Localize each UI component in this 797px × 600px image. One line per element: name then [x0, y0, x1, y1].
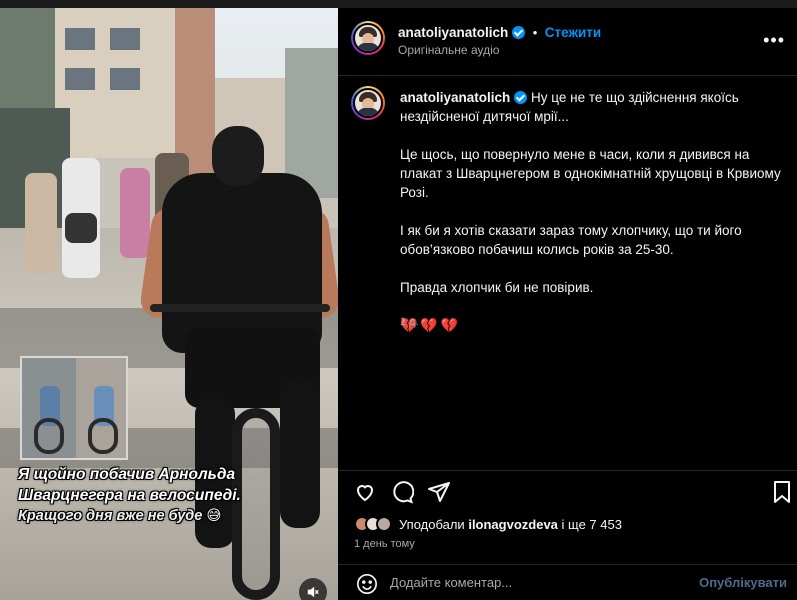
video-caption: Я щойно побачив Арнольда Шварцнегера на …: [18, 464, 318, 527]
comment-input[interactable]: Додайте коментар...: [390, 575, 512, 590]
caption-paragraph: І як би я хотів сказати зараз тому хлопч…: [400, 223, 742, 257]
rider-head: [212, 126, 264, 186]
speaker-muted-icon: [307, 586, 319, 598]
more-horizontal-icon: •••: [763, 30, 785, 50]
audio-label[interactable]: Оригінальне аудіо: [398, 43, 499, 57]
rider-body: [162, 173, 322, 353]
building-window: [110, 28, 140, 50]
pedestrian-shorts: [65, 213, 97, 243]
follow-button[interactable]: Стежити: [545, 25, 601, 40]
author-avatar[interactable]: [351, 21, 385, 55]
comment-button[interactable]: [389, 479, 415, 505]
caption-paragraph: Це щось, що повернуло мене в часи, коли …: [400, 147, 781, 200]
caption-line: Я щойно побачив Арнольда: [18, 466, 236, 483]
avatar-suit: [357, 108, 379, 116]
pedestrian: [120, 168, 150, 258]
liker-username[interactable]: ilonagvozdeva: [468, 517, 558, 532]
broken-hearts-emoji: 💔💔💔: [400, 317, 462, 333]
mute-button[interactable]: [299, 578, 327, 600]
building-window: [110, 68, 140, 90]
header-username[interactable]: anatoliyanatolich: [398, 25, 508, 40]
likes-suffix[interactable]: і ще 7 453: [562, 517, 622, 532]
pedestrian: [25, 173, 57, 273]
liker-avatar: [376, 516, 392, 532]
bookmark-icon: [774, 481, 790, 503]
bike-handlebar: [150, 304, 330, 312]
inset-bike: [88, 418, 118, 454]
post-media[interactable]: Я щойно побачив Арнольда Шварцнегера на …: [0, 8, 338, 600]
action-bar: [338, 470, 797, 506]
likes-prefix: Уподобали: [399, 516, 465, 532]
emoji-icon: [357, 574, 377, 594]
caption-paragraph: Правда хлопчик би не повірив.: [400, 280, 594, 295]
building-window: [65, 28, 95, 50]
post-caption: anatoliyanatolich Ну це не те що здійсне…: [400, 88, 790, 354]
inset-photo: [20, 356, 128, 460]
post-header: anatoliyanatolich • Стежити Оригінальне …: [338, 8, 797, 76]
caption-first-paragraph: anatoliyanatolich Ну це не те що здійсне…: [400, 88, 790, 126]
inset-bike: [34, 418, 64, 454]
likes-text: Уподобали ilonagvozdeva і ще 7 453: [399, 517, 622, 532]
avatar-image: [353, 23, 383, 53]
save-button[interactable]: [769, 479, 795, 505]
top-strip: [0, 0, 797, 8]
comment-bar: Додайте коментар... Опублікувати: [338, 564, 797, 600]
building-window: [65, 68, 95, 90]
caption-line: Шварцнегера на велосипеді.: [18, 487, 241, 504]
separator-dot: •: [532, 25, 538, 40]
caption-author-avatar[interactable]: [351, 86, 385, 120]
heart-icon: [356, 485, 374, 502]
caption-line: Кращого дня вже не буде 😅: [18, 508, 222, 524]
more-options-button[interactable]: •••: [763, 30, 785, 51]
header-title-row: anatoliyanatolich • Стежити: [398, 24, 601, 42]
like-button[interactable]: [352, 479, 378, 505]
share-button[interactable]: [426, 479, 452, 505]
post-panel: anatoliyanatolich • Стежити Оригінальне …: [338, 8, 797, 600]
comment-icon: [393, 481, 414, 504]
caption-timestamp[interactable]: 1 д.: [400, 316, 419, 328]
emoji-button[interactable]: [354, 571, 380, 597]
avatar-suit: [357, 43, 379, 51]
post-date[interactable]: 1 день тому: [354, 538, 415, 550]
verified-badge-icon: [512, 26, 526, 39]
publish-button[interactable]: Опублікувати: [699, 575, 787, 590]
verified-badge-icon: [514, 91, 528, 104]
send-icon: [428, 482, 450, 502]
caption-username[interactable]: anatoliyanatolich: [400, 90, 510, 105]
likes-summary[interactable]: Уподобали ilonagvozdeva і ще 7 453: [354, 514, 622, 534]
avatar-image: [353, 88, 383, 118]
